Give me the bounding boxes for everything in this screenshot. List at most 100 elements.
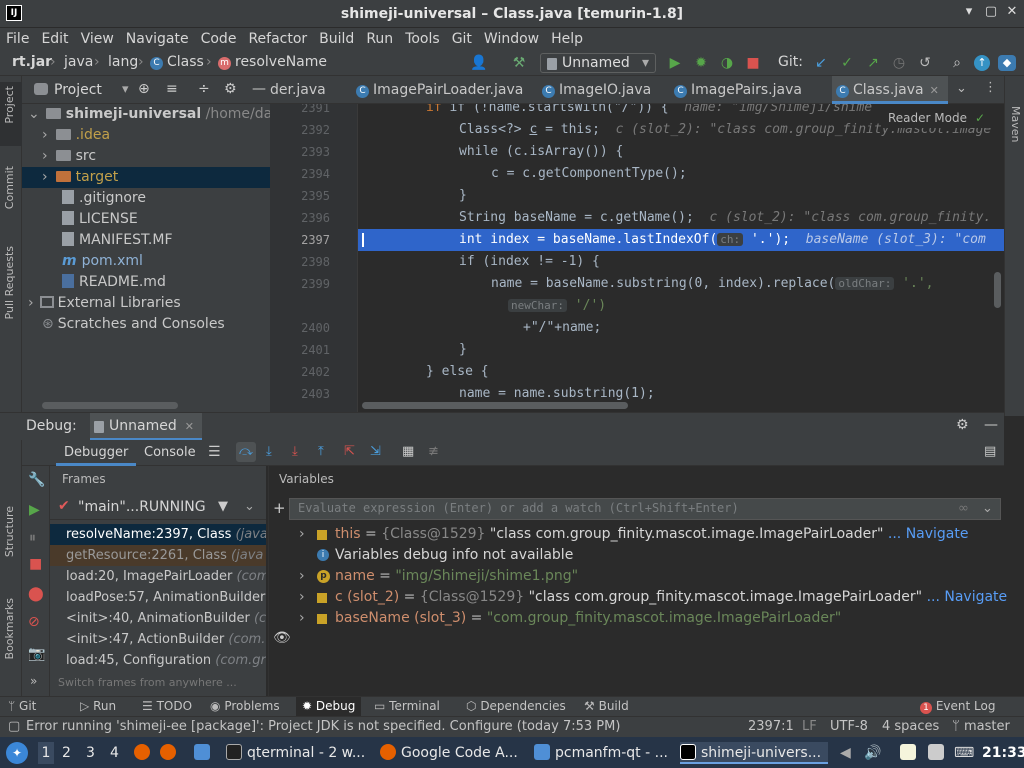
chevron-down-icon[interactable]: ▾ <box>122 82 129 97</box>
chevron-down-icon[interactable]: ⌄ <box>982 501 993 516</box>
hide-icon[interactable]: — <box>984 417 998 433</box>
more-icon[interactable]: » <box>30 674 37 688</box>
menu-navigate[interactable]: Navigate <box>126 31 189 47</box>
show-execution-point-icon[interactable]: ⤼ <box>236 442 256 462</box>
editor-gutter[interactable]: 2391 2392 2393 2394 2395 2396 2397 2398 … <box>270 104 358 412</box>
menu-edit[interactable]: Edit <box>41 31 68 47</box>
frame-row[interactable]: load:20, ImagePairLoader (com <box>50 566 266 587</box>
variable-row-c[interactable]: › c (slot_2) = {Class@1529} "class com.g… <box>269 587 1007 608</box>
line-separator[interactable]: LF <box>802 719 817 734</box>
firefox-launcher-icon[interactable] <box>134 742 150 764</box>
frame-row[interactable]: load:45, Configuration (com.gr <box>50 650 266 671</box>
tree-row-gitignore[interactable]: .gitignore <box>22 188 270 209</box>
keyboard-icon[interactable]: ⌨ <box>954 742 974 764</box>
menu-view[interactable]: View <box>81 31 114 47</box>
maven-tool-tab[interactable]: Maven <box>1009 106 1022 142</box>
tab-console[interactable]: Console <box>144 445 196 460</box>
pause-icon[interactable]: ⏸ <box>29 530 36 546</box>
editor-vertical-scrollbar[interactable] <box>994 272 1001 308</box>
gear-icon[interactable]: ⚙ <box>224 81 237 97</box>
caret-position[interactable]: 2397:1 <box>748 719 794 734</box>
file-encoding[interactable]: UTF-8 <box>830 719 868 734</box>
plugin-icon[interactable]: ◆ <box>998 55 1016 71</box>
chevron-down-icon[interactable]: ⌄ <box>956 81 967 96</box>
tool-tab-todo[interactable]: ☰ TODO <box>142 699 192 713</box>
tree-row-root[interactable]: ⌄ shimeji-universal /home/dartz <box>22 104 291 125</box>
step-over-icon[interactable]: ⤓ <box>266 444 272 459</box>
tree-row-manifest[interactable]: MANIFEST.MF <box>22 230 270 251</box>
project-horizontal-scrollbar[interactable] <box>42 402 178 409</box>
thread-selector[interactable]: ✔ "main"...RUNNING ▼ ⌄ <box>50 496 266 520</box>
layout-icon[interactable]: ☰ <box>208 444 221 460</box>
search-icon[interactable]: ⌕ <box>948 55 966 71</box>
add-watch-icon[interactable]: + <box>273 499 286 517</box>
event-log-button[interactable]: 1 Event Log <box>920 699 995 714</box>
update-icon[interactable]: ↑ <box>974 55 990 71</box>
expand-all-icon[interactable]: ÷ <box>198 81 210 97</box>
history-icon[interactable]: ◷ <box>890 55 908 71</box>
task-intellij[interactable]: shimeji-univers... <box>680 742 828 764</box>
tool-tab-run[interactable]: ▷ Run <box>80 699 116 713</box>
frame-row[interactable]: getResource:2261, Class (java <box>50 545 266 566</box>
collapse-all-icon[interactable]: ≡ <box>166 81 178 97</box>
stop-icon[interactable]: ■ <box>29 556 42 572</box>
commit-tool-tab[interactable]: Commit <box>3 166 16 209</box>
workspace-1[interactable]: 1 <box>38 742 54 764</box>
frame-row[interactable]: <init>:47, ActionBuilder (com. <box>50 629 266 650</box>
chevron-down-icon[interactable]: ⌄ <box>244 499 255 514</box>
run-icon[interactable]: ▶ <box>666 55 684 71</box>
resume-icon[interactable]: ▶ <box>29 502 40 518</box>
filter-icon[interactable]: ▼ <box>218 499 228 514</box>
frame-row[interactable]: <init>:40, AnimationBuilder (c <box>50 608 266 629</box>
volume-icon[interactable]: 🔊 <box>864 742 881 764</box>
tab-class[interactable]: C Class.java ✕ <box>832 76 948 104</box>
tool-tab-terminal[interactable]: ▭ Terminal <box>374 699 440 713</box>
chevron-right-icon[interactable]: › <box>299 608 305 629</box>
camera-icon[interactable]: 📷 <box>28 646 45 662</box>
stop-icon[interactable]: ■ <box>744 55 762 71</box>
status-message[interactable]: Error running 'shimeji-ee [package]': Pr… <box>26 719 620 734</box>
tool-tab-git[interactable]: ᛘ Git <box>8 699 36 713</box>
project-tool-tab[interactable]: Project <box>3 86 16 124</box>
reader-mode-toggle[interactable]: Reader Mode ✓ <box>882 108 998 128</box>
bookmarks-tool-tab[interactable]: Bookmarks <box>3 598 16 659</box>
tab-debugger[interactable]: Debugger <box>56 440 137 466</box>
close-icon[interactable]: ✕ <box>185 420 194 433</box>
restore-layout-icon[interactable]: ▤ <box>984 444 996 459</box>
run-to-cursor-icon[interactable]: ⇲ <box>370 444 381 459</box>
step-out-icon[interactable]: ⤒ <box>318 444 324 459</box>
tree-row-src[interactable]: › src <box>22 146 270 167</box>
browser-launcher-icon[interactable] <box>160 742 176 764</box>
switch-frames-hint[interactable]: Switch frames from anywhere ... <box>58 676 237 689</box>
coverage-icon[interactable]: ◑ <box>718 55 736 71</box>
tree-row-idea[interactable]: › .idea <box>22 125 270 146</box>
structure-tool-tab[interactable]: Structure <box>3 506 16 557</box>
tree-row-scratches[interactable]: ⊛ Scratches and Consoles <box>22 314 270 335</box>
git-update-icon[interactable]: ↙ <box>812 55 830 71</box>
task-pcmanfm[interactable]: pcmanfm-qt - ... <box>534 742 670 764</box>
menu-code[interactable]: Code <box>201 31 237 47</box>
indent-setting[interactable]: 4 spaces <box>882 719 939 734</box>
task-qterminal[interactable]: qterminal - 2 w... <box>226 742 366 764</box>
menu-window[interactable]: Window <box>484 31 539 47</box>
workspace-3[interactable]: 3 <box>86 742 95 764</box>
editor-horizontal-scrollbar[interactable] <box>362 402 628 409</box>
network-icon[interactable] <box>928 742 944 764</box>
tab-loader[interactable]: der.java <box>270 76 350 104</box>
clock[interactable]: 21:33 <box>982 742 1024 764</box>
view-breakpoints-icon[interactable]: ⬤ <box>28 586 44 602</box>
evaluate-expression-input[interactable]: Evaluate expression (Enter) or add a wat… <box>289 498 1001 520</box>
tab-imagepairs[interactable]: C ImagePairs.java <box>670 76 802 104</box>
build-hammer-icon[interactable]: ⚒ <box>510 55 528 71</box>
minimize-icon[interactable]: ▾ <box>960 4 978 19</box>
step-into-icon[interactable]: ⤓ <box>292 444 298 459</box>
menu-tools[interactable]: Tools <box>405 31 440 47</box>
gear-icon[interactable]: ⚙ <box>956 417 969 433</box>
more-options-icon[interactable]: ⋮ <box>984 80 997 95</box>
debug-session-tab[interactable]: Unnamed ✕ <box>90 413 202 441</box>
run-configuration-select[interactable]: Unnamed ▾ <box>540 53 656 73</box>
navigate-link[interactable]: ... Navigate <box>888 526 969 542</box>
tab-imageio[interactable]: C ImageIO.java <box>538 76 651 104</box>
drop-frame-icon[interactable]: ⇱ <box>344 444 355 459</box>
menu-build[interactable]: Build <box>319 31 354 47</box>
